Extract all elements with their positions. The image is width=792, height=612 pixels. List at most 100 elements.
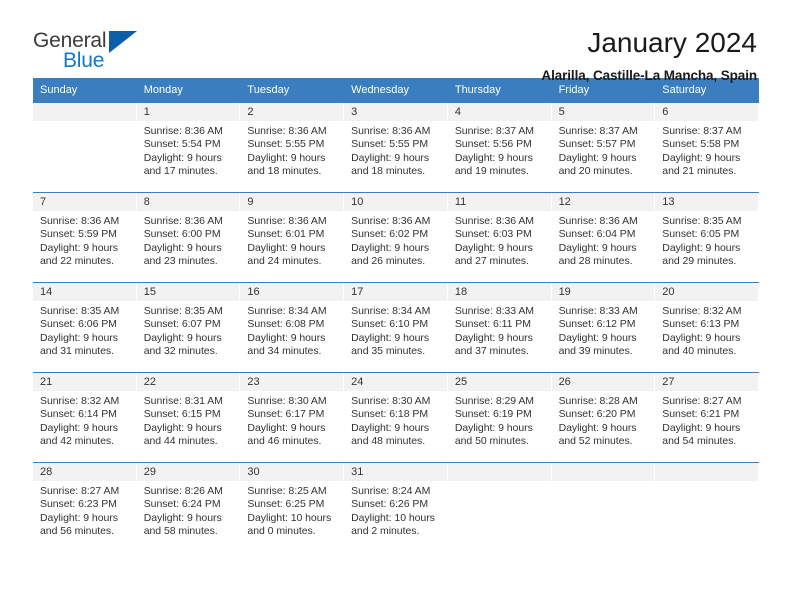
daylight-text-line2: and 0 minutes. — [247, 525, 316, 538]
daylight-text-line1: Daylight: 9 hours — [351, 151, 430, 164]
day-cell[interactable]: 6 Sunrise: 8:37 AM Sunset: 5:58 PM Dayli… — [655, 103, 759, 192]
day-cell[interactable]: 20 Sunrise: 8:32 AM Sunset: 6:13 PM Dayl… — [655, 283, 759, 372]
day-details: Sunrise: 8:36 AM Sunset: 5:55 PM Dayligh… — [240, 121, 343, 179]
day-number: 20 — [655, 283, 758, 301]
day-cell[interactable]: 27 Sunrise: 8:27 AM Sunset: 6:21 PM Dayl… — [655, 373, 759, 462]
day-number: 5 — [551, 103, 655, 121]
daylight-text-line1: Daylight: 9 hours — [351, 241, 430, 254]
sunrise-text: Sunrise: 8:37 AM — [662, 125, 742, 137]
day-cell[interactable]: 29 Sunrise: 8:26 AM Sunset: 6:24 PM Dayl… — [136, 463, 241, 552]
daylight-text-line1: Daylight: 9 hours — [247, 151, 326, 164]
day-cell[interactable]: 1 Sunrise: 8:36 AM Sunset: 5:54 PM Dayli… — [136, 103, 241, 192]
day-cell[interactable]: 21 Sunrise: 8:32 AM Sunset: 6:14 PM Dayl… — [33, 373, 137, 462]
sunrise-text: Sunrise: 8:28 AM — [558, 395, 638, 407]
day-cell — [655, 463, 759, 552]
daylight-text-line1: Daylight: 9 hours — [558, 151, 637, 164]
daylight-text-line2: and 39 minutes. — [558, 345, 633, 358]
day-details: Sunrise: 8:31 AM Sunset: 6:15 PM Dayligh… — [137, 391, 240, 449]
day-cell[interactable]: 4 Sunrise: 8:37 AM Sunset: 5:56 PM Dayli… — [447, 103, 552, 192]
daylight-text-line2: and 35 minutes. — [351, 345, 426, 358]
day-cell[interactable]: 16 Sunrise: 8:34 AM Sunset: 6:08 PM Dayl… — [240, 283, 345, 372]
day-number: 2 — [240, 103, 344, 121]
day-number: 23 — [240, 373, 344, 391]
day-cell[interactable]: 12 Sunrise: 8:36 AM Sunset: 6:04 PM Dayl… — [551, 193, 656, 282]
daylight-text-line2: and 19 minutes. — [454, 165, 529, 178]
sunset-text: Sunset: 6:03 PM — [454, 228, 532, 241]
week-row: 14 Sunrise: 8:35 AM Sunset: 6:06 PM Dayl… — [33, 282, 759, 372]
day-cell[interactable]: 23 Sunrise: 8:30 AM Sunset: 6:17 PM Dayl… — [240, 373, 345, 462]
day-details: Sunrise: 8:36 AM Sunset: 6:02 PM Dayligh… — [344, 211, 447, 269]
daylight-text-line1: Daylight: 9 hours — [143, 151, 222, 164]
day-number — [551, 463, 655, 481]
day-cell[interactable]: 15 Sunrise: 8:35 AM Sunset: 6:07 PM Dayl… — [136, 283, 241, 372]
daylight-text-line1: Daylight: 9 hours — [454, 151, 533, 164]
sunrise-text: Sunrise: 8:24 AM — [351, 485, 431, 497]
title-block: January 2024 Alarilla, Castille-La Manch… — [541, 26, 757, 86]
daylight-text-line2: and 48 minutes. — [351, 435, 426, 448]
day-number: 11 — [447, 193, 551, 211]
day-cell[interactable]: 25 Sunrise: 8:29 AM Sunset: 6:19 PM Dayl… — [447, 373, 552, 462]
day-number: 8 — [136, 193, 240, 211]
sunset-text: Sunset: 6:26 PM — [351, 498, 429, 511]
weekday-header-row: Sunday Monday Tuesday Wednesday Thursday… — [33, 78, 759, 103]
day-cell[interactable]: 13 Sunrise: 8:35 AM Sunset: 6:05 PM Dayl… — [655, 193, 759, 282]
day-number: 9 — [240, 193, 344, 211]
day-number: 12 — [551, 193, 655, 211]
day-details: Sunrise: 8:27 AM Sunset: 6:21 PM Dayligh… — [655, 391, 758, 449]
day-cell[interactable]: 22 Sunrise: 8:31 AM Sunset: 6:15 PM Dayl… — [136, 373, 241, 462]
sunrise-text: Sunrise: 8:36 AM — [143, 215, 223, 227]
sunrise-text: Sunrise: 8:30 AM — [247, 395, 327, 407]
day-cell[interactable]: 2 Sunrise: 8:36 AM Sunset: 5:55 PM Dayli… — [240, 103, 345, 192]
daylight-text-line1: Daylight: 9 hours — [662, 331, 741, 344]
day-number: 15 — [136, 283, 240, 301]
day-cell[interactable]: 18 Sunrise: 8:33 AM Sunset: 6:11 PM Dayl… — [447, 283, 552, 372]
day-cell[interactable]: 26 Sunrise: 8:28 AM Sunset: 6:20 PM Dayl… — [551, 373, 656, 462]
sunrise-text: Sunrise: 8:33 AM — [454, 305, 535, 317]
daylight-text-line2: and 44 minutes. — [143, 435, 218, 448]
generalblue-logo[interactable]: General Blue — [33, 26, 163, 72]
day-cell[interactable]: 19 Sunrise: 8:33 AM Sunset: 6:12 PM Dayl… — [551, 283, 656, 372]
sunset-text: Sunset: 6:12 PM — [558, 318, 636, 331]
daylight-text-line2: and 32 minutes. — [143, 345, 218, 358]
sunset-text: Sunset: 6:10 PM — [351, 318, 429, 331]
day-cell[interactable]: 5 Sunrise: 8:37 AM Sunset: 5:57 PM Dayli… — [551, 103, 656, 192]
day-cell[interactable]: 9 Sunrise: 8:36 AM Sunset: 6:01 PM Dayli… — [240, 193, 345, 282]
sunset-text: Sunset: 6:13 PM — [662, 318, 740, 331]
sunrise-text: Sunrise: 8:37 AM — [454, 125, 535, 137]
weekday-tuesday: Tuesday — [247, 84, 290, 96]
day-details: Sunrise: 8:30 AM Sunset: 6:17 PM Dayligh… — [240, 391, 343, 449]
day-cell[interactable]: 3 Sunrise: 8:36 AM Sunset: 5:55 PM Dayli… — [344, 103, 448, 192]
daylight-text-line1: Daylight: 9 hours — [143, 331, 222, 344]
daylight-text-line1: Daylight: 9 hours — [558, 421, 637, 434]
day-cell[interactable]: 10 Sunrise: 8:36 AM Sunset: 6:02 PM Dayl… — [344, 193, 448, 282]
day-number: 19 — [551, 283, 655, 301]
week-row: 1 Sunrise: 8:36 AM Sunset: 5:54 PM Dayli… — [33, 103, 759, 192]
logo-text-blue: Blue — [63, 49, 105, 72]
daylight-text-line1: Daylight: 9 hours — [143, 511, 222, 524]
day-number: 26 — [551, 373, 655, 391]
day-details: Sunrise: 8:36 AM Sunset: 6:03 PM Dayligh… — [448, 211, 551, 269]
day-details: Sunrise: 8:37 AM Sunset: 5:58 PM Dayligh… — [655, 121, 758, 179]
daylight-text-line1: Daylight: 10 hours — [351, 511, 435, 524]
sunset-text: Sunset: 6:19 PM — [454, 408, 532, 421]
day-cell[interactable]: 14 Sunrise: 8:35 AM Sunset: 6:06 PM Dayl… — [33, 283, 137, 372]
day-cell[interactable]: 30 Sunrise: 8:25 AM Sunset: 6:25 PM Dayl… — [240, 463, 345, 552]
logo-triangle-icon — [109, 31, 137, 53]
day-cell[interactable]: 7 Sunrise: 8:36 AM Sunset: 5:59 PM Dayli… — [33, 193, 137, 282]
sunrise-text: Sunrise: 8:36 AM — [351, 215, 431, 227]
sunset-text: Sunset: 6:17 PM — [247, 408, 325, 421]
sunrise-text: Sunrise: 8:34 AM — [351, 305, 431, 317]
day-cell[interactable]: 11 Sunrise: 8:36 AM Sunset: 6:03 PM Dayl… — [447, 193, 552, 282]
sunrise-text: Sunrise: 8:27 AM — [662, 395, 742, 407]
daylight-text-line2: and 37 minutes. — [454, 345, 529, 358]
sunset-text: Sunset: 6:18 PM — [351, 408, 429, 421]
daylight-text-line1: Daylight: 9 hours — [247, 241, 326, 254]
day-cell[interactable]: 17 Sunrise: 8:34 AM Sunset: 6:10 PM Dayl… — [344, 283, 448, 372]
day-cell[interactable]: 24 Sunrise: 8:30 AM Sunset: 6:18 PM Dayl… — [344, 373, 448, 462]
day-cell[interactable]: 31 Sunrise: 8:24 AM Sunset: 6:26 PM Dayl… — [344, 463, 448, 552]
sunset-text: Sunset: 6:11 PM — [454, 318, 531, 331]
day-details: Sunrise: 8:35 AM Sunset: 6:06 PM Dayligh… — [33, 301, 136, 359]
day-cell[interactable]: 8 Sunrise: 8:36 AM Sunset: 6:00 PM Dayli… — [136, 193, 241, 282]
daylight-text-line1: Daylight: 9 hours — [40, 511, 118, 524]
day-cell[interactable]: 28 Sunrise: 8:27 AM Sunset: 6:23 PM Dayl… — [33, 463, 137, 552]
